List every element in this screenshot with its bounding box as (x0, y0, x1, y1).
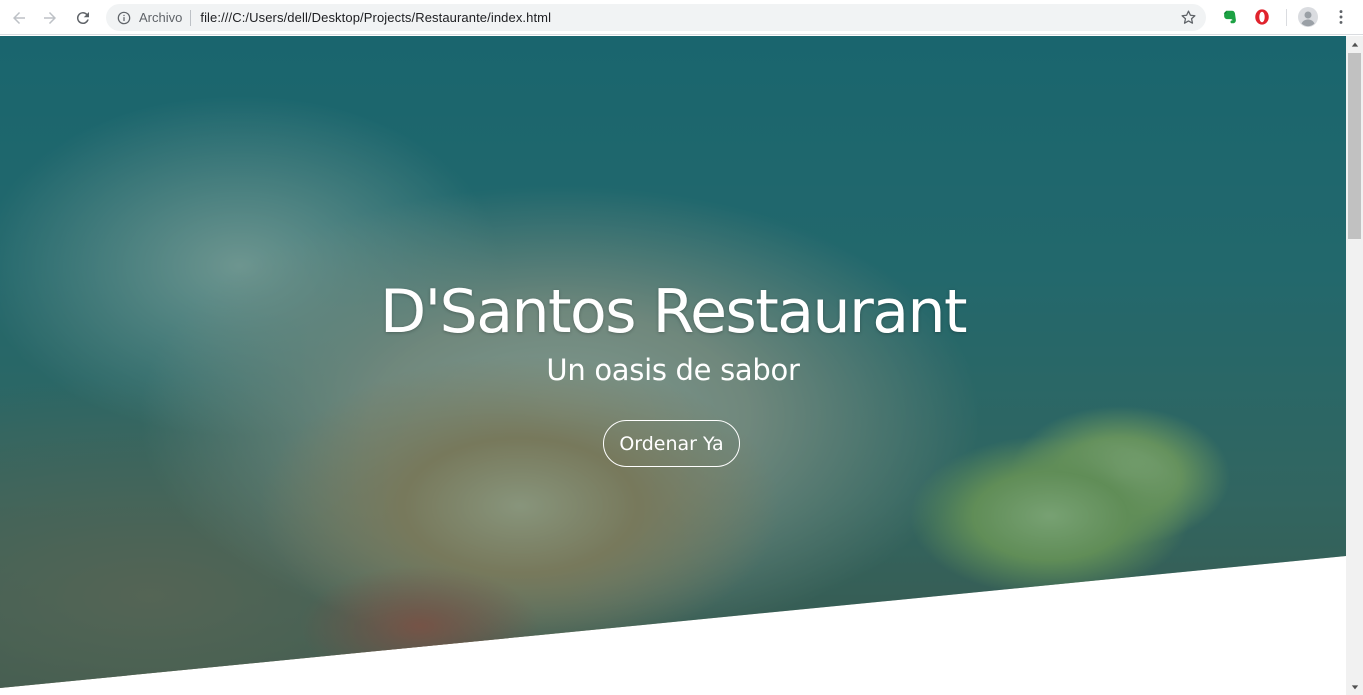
omnibox-divider (190, 9, 192, 26)
scrollbar-thumb[interactable] (1348, 53, 1361, 239)
address-bar[interactable]: Archivo file:///C:/Users/dell/Desktop/Pr… (106, 4, 1206, 31)
reload-button[interactable] (70, 5, 96, 31)
profile-icon[interactable] (1298, 7, 1318, 27)
star-icon[interactable] (1180, 9, 1197, 26)
forward-arrow-icon (44, 12, 56, 24)
scroll-down-arrow-icon[interactable] (1346, 678, 1363, 695)
page-scrollbar[interactable] (1346, 36, 1363, 695)
hero-section: D'Santos Restaurant Un oasis de sabor Or… (0, 36, 1346, 695)
forward-button[interactable] (37, 5, 63, 31)
scroll-up-arrow-icon[interactable] (1346, 36, 1363, 53)
scheme-label: Archivo (139, 10, 183, 25)
back-button[interactable] (6, 5, 32, 31)
toolbar-divider (1286, 9, 1287, 26)
order-now-button[interactable]: Ordenar Ya (603, 420, 740, 467)
hero-subtitle: Un oasis de sabor (546, 353, 800, 387)
url-text[interactable]: file:///C:/Users/dell/Desktop/Projects/R… (200, 10, 551, 25)
evernote-icon[interactable] (1220, 7, 1240, 27)
info-icon[interactable] (116, 10, 132, 26)
menu-dots-icon[interactable] (1331, 7, 1351, 27)
opera-icon[interactable] (1252, 7, 1272, 27)
hero-title: D'Santos Restaurant (379, 277, 968, 347)
browser-toolbar: Archivo file:///C:/Users/dell/Desktop/Pr… (0, 0, 1363, 35)
back-arrow-icon (13, 12, 25, 24)
reload-icon (76, 12, 89, 25)
